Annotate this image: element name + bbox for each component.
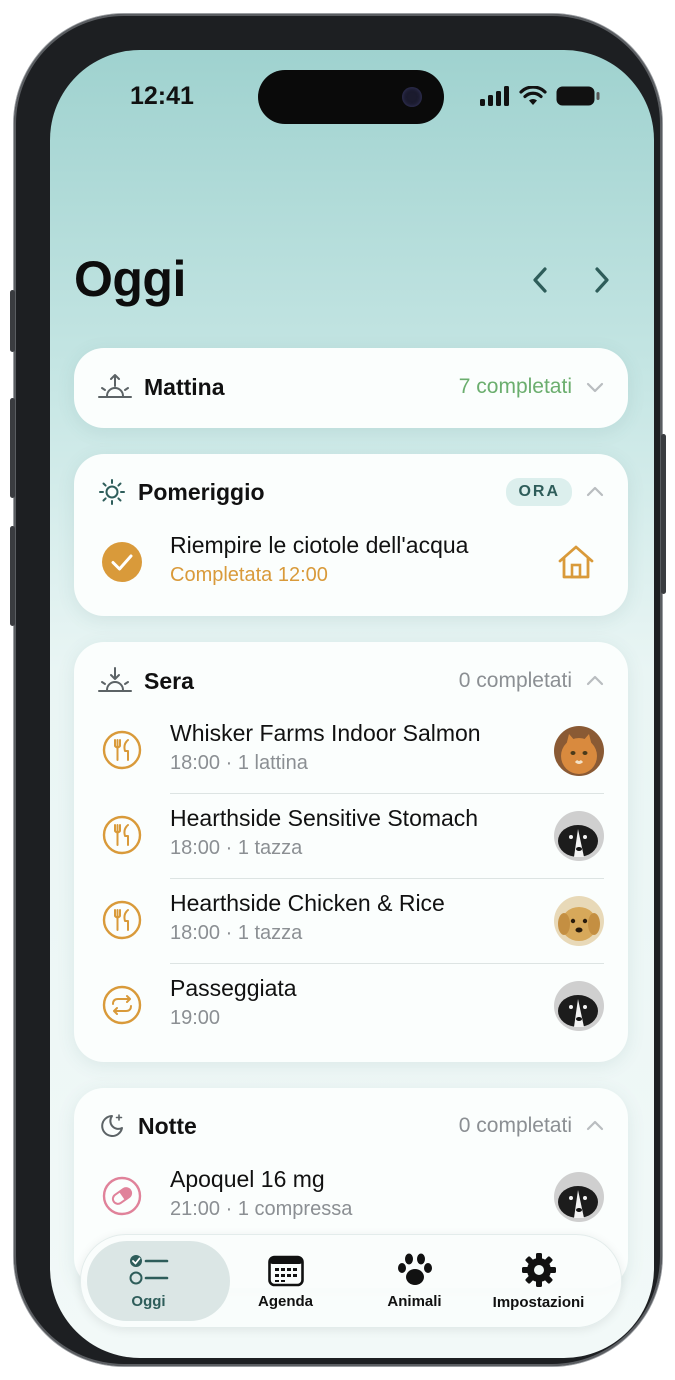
previous-day-button[interactable] <box>522 262 558 298</box>
status-icons <box>480 86 600 106</box>
page-title: Oggi <box>74 251 186 307</box>
task-subtitle: 18:00 · 1 lattina <box>170 752 308 774</box>
chevron-up-icon <box>586 675 604 686</box>
chevron-right-icon <box>595 267 609 293</box>
tab-label: Animali <box>387 1292 442 1310</box>
action-button <box>10 290 15 352</box>
task-row[interactable]: Hearthside Sensitive Stomach 18:00 · 1 t… <box>98 795 604 879</box>
task-subtitle: 19:00 <box>170 1007 221 1029</box>
volume-down-button <box>10 526 15 626</box>
house-icon <box>558 545 594 579</box>
chevron-left-icon <box>533 267 547 293</box>
task-title: Passeggiata <box>170 975 297 1001</box>
tab-label: Impostazioni <box>492 1293 585 1311</box>
task-row[interactable]: Riempire le ciotole dell'acqua Completat… <box>98 522 604 606</box>
section-title: Pomeriggio <box>138 478 265 505</box>
completed-count: 7 completati <box>458 375 572 398</box>
chevron-up-icon <box>586 486 604 497</box>
task-completed-time: Completata 12:00 <box>170 564 328 586</box>
fork-knife-icon[interactable] <box>102 815 142 855</box>
row-divider <box>170 963 604 964</box>
pet-avatar <box>554 726 604 776</box>
border-collie-photo <box>554 1172 604 1222</box>
section-header: Mattina 7 completati <box>98 372 604 402</box>
repeat-icon[interactable] <box>102 985 142 1025</box>
tab-label: Agenda <box>257 1292 313 1310</box>
task-row[interactable]: Whisker Farms Indoor Salmon 18:00 · 1 la… <box>98 710 604 794</box>
section-title: Mattina <box>144 373 225 400</box>
task-subtitle: 18:00 · 1 tazza <box>170 837 303 859</box>
border-collie-photo <box>554 811 604 861</box>
section-header[interactable]: Sera 0 completati <box>98 666 604 696</box>
next-day-button[interactable] <box>584 262 620 298</box>
sunset-icon <box>98 667 132 692</box>
task-row[interactable]: Passeggiata 19:00 <box>98 965 604 1049</box>
volume-up-button <box>10 398 15 498</box>
power-button <box>661 434 666 594</box>
tab-bar: Oggi Agenda Animali Impostazioni <box>80 1234 622 1328</box>
pet-avatar <box>554 1172 604 1222</box>
chevron-down-icon <box>586 382 604 393</box>
tab-oggi[interactable]: Oggi <box>81 1235 230 1327</box>
task-title: Whisker Farms Indoor Salmon <box>170 720 481 746</box>
row-divider <box>170 793 604 794</box>
section-sera: Sera 0 completati Whisker Farms Indoor S… <box>74 642 628 1062</box>
pet-avatar <box>554 981 604 1031</box>
task-subtitle: 21:00 · 1 compressa <box>170 1198 353 1220</box>
battery-icon <box>556 86 600 106</box>
section-header[interactable]: Pomeriggio ORA <box>98 478 604 506</box>
row-divider <box>170 878 604 879</box>
section-header[interactable]: Notte 0 completati <box>98 1112 604 1140</box>
tab-agenda[interactable]: Agenda <box>218 1235 353 1327</box>
task-title: Apoquel 16 mg <box>170 1166 325 1192</box>
dynamic-island <box>258 70 444 124</box>
task-title: Hearthside Sensitive Stomach <box>170 805 479 831</box>
section-title: Sera <box>144 667 194 694</box>
border-collie-photo <box>554 981 604 1031</box>
tab-animali[interactable]: Animali <box>347 1235 482 1327</box>
pet-avatar <box>554 896 604 946</box>
sunrise-icon <box>98 374 132 398</box>
task-row[interactable]: Apoquel 16 mg 21:00 · 1 compressa <box>98 1156 604 1240</box>
chevron-up-icon <box>586 1120 604 1131</box>
completed-count: 0 completati <box>458 669 572 692</box>
phone-frame: 12:41 Oggi Mattina 7 completati Pomerigg… <box>10 14 666 1366</box>
golden-retriever-photo <box>554 896 604 946</box>
tab-label: Oggi <box>131 1292 166 1310</box>
screen: 12:41 Oggi Mattina 7 completati Pomerigg… <box>50 50 654 1358</box>
section-title: Notte <box>138 1112 197 1139</box>
fork-knife-icon[interactable] <box>102 900 142 940</box>
wifi-icon <box>519 86 547 105</box>
tab-impostazioni[interactable]: Impostazioni <box>471 1235 606 1327</box>
gear-icon <box>521 1252 556 1287</box>
section-mattina[interactable]: Mattina 7 completati <box>74 348 628 428</box>
task-title: Riempire le ciotole dell'acqua <box>170 532 469 558</box>
status-time: 12:41 <box>130 82 194 110</box>
task-title: Hearthside Chicken & Rice <box>170 890 445 916</box>
moon-stars-icon <box>101 1114 123 1137</box>
now-badge: ORA <box>506 478 572 506</box>
camera-icon <box>402 87 422 107</box>
fork-knife-icon[interactable] <box>102 730 142 770</box>
signal-icon <box>480 86 509 106</box>
paw-icon <box>397 1253 432 1285</box>
task-subtitle: 18:00 · 1 tazza <box>170 922 303 944</box>
completed-count: 0 completati <box>458 1114 572 1137</box>
pill-icon[interactable] <box>102 1176 142 1216</box>
checklist-icon <box>129 1254 168 1284</box>
task-row[interactable]: Hearthside Chicken & Rice 18:00 · 1 tazz… <box>98 880 604 964</box>
pet-avatar <box>554 811 604 861</box>
calendar-icon <box>267 1255 304 1286</box>
check-circle-icon[interactable] <box>102 542 142 582</box>
orange-cat-photo <box>554 726 604 776</box>
section-pomeriggio: Pomeriggio ORA Riempire le ciotole dell'… <box>74 454 628 616</box>
sun-icon <box>99 479 125 505</box>
